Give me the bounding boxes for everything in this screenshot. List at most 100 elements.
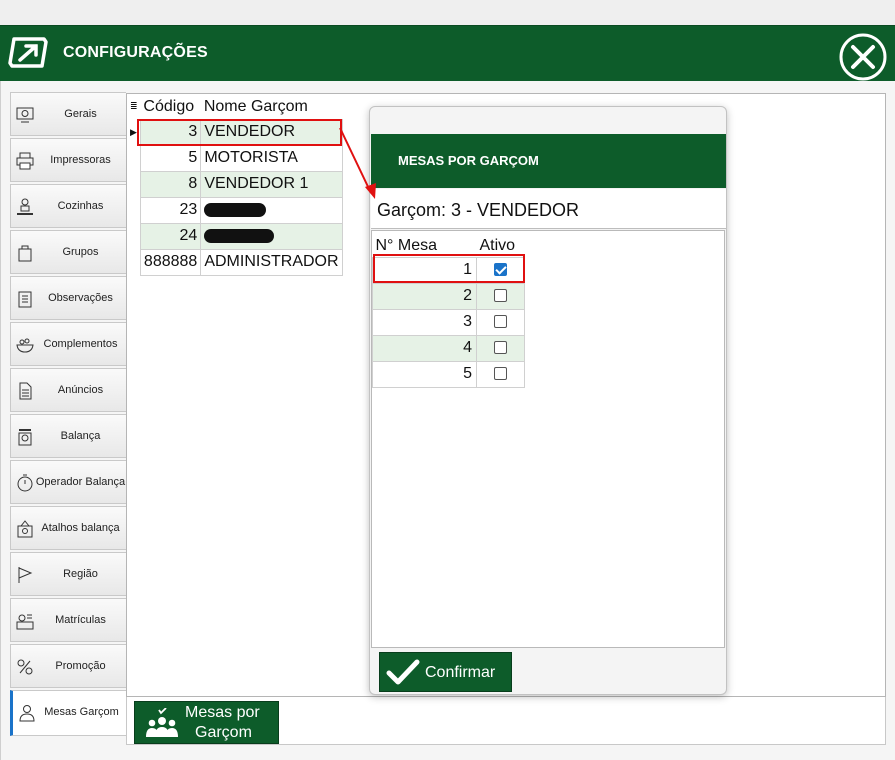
groups-icon xyxy=(18,245,32,262)
cell-code[interactable]: 23 xyxy=(139,196,202,224)
checkmark-icon xyxy=(386,659,420,685)
active-checkbox[interactable] xyxy=(494,341,507,355)
sidebar: Gerais Impressoras Cozinhas Grupos Obser… xyxy=(8,90,128,742)
stopwatch-icon xyxy=(17,474,33,492)
cell-code[interactable]: 8 xyxy=(139,170,202,198)
cell-active[interactable] xyxy=(476,308,525,336)
table-row[interactable]: 5 xyxy=(372,360,525,388)
sidebar-item-grupos[interactable]: Grupos xyxy=(10,230,126,274)
sidebar-item-gerais[interactable]: Gerais xyxy=(10,92,126,136)
cell-active[interactable] xyxy=(476,282,525,310)
sidebar-item-matriculas[interactable]: Matrículas xyxy=(10,598,126,642)
scale-shortcut-icon xyxy=(17,520,33,538)
cell-active[interactable] xyxy=(476,334,525,362)
cell-mesa-number[interactable]: 3 xyxy=(372,308,477,336)
window-title: CONFIGURAÇÕES xyxy=(63,44,208,61)
sidebar-item-label: Balança xyxy=(60,430,101,442)
cell-mesa-number[interactable]: 2 xyxy=(372,282,477,310)
redaction-mark xyxy=(204,228,275,243)
sidebar-item-label: Grupos xyxy=(62,246,99,258)
annotation-arrow xyxy=(339,127,376,199)
app-logo-icon xyxy=(8,37,48,68)
sidebar-item-promocao[interactable]: Promoção xyxy=(10,644,126,688)
column-header-code[interactable]: Código xyxy=(140,94,201,119)
close-icon[interactable] xyxy=(838,32,888,82)
cell-name-redacted[interactable] xyxy=(200,222,343,250)
cell-name[interactable]: MOTORISTA xyxy=(200,144,343,172)
row-indicator-empty xyxy=(127,145,140,171)
mesas-por-garcom-dialog: MESAS POR GARÇOM Garçom: 3 - VENDEDOR N°… xyxy=(369,106,727,695)
selected-waiter-bar: Garçom: 3 - VENDEDOR xyxy=(371,189,726,229)
mesas-por-garcom-button[interactable]: Mesas por Garçom xyxy=(134,701,279,744)
cell-mesa-number[interactable]: 5 xyxy=(372,360,477,388)
cell-active[interactable] xyxy=(476,360,525,388)
cell-name-redacted[interactable] xyxy=(200,196,343,224)
table-row[interactable]: 888888 ADMINISTRADOR xyxy=(127,248,343,276)
dialog-title: MESAS POR GARÇOM xyxy=(398,153,539,168)
table-row[interactable]: 8 VENDEDOR 1 xyxy=(127,170,343,198)
table-row[interactable]: 4 xyxy=(372,334,525,362)
table-row[interactable]: 23 xyxy=(127,196,343,224)
active-checkbox[interactable] xyxy=(494,289,507,303)
mesas-button-label-line2: Garçom xyxy=(195,724,252,741)
sidebar-item-label: Observações xyxy=(48,292,113,304)
grid-menu-icon[interactable]: ≣ xyxy=(127,94,141,119)
row-indicator-empty xyxy=(127,223,140,249)
sidebar-item-mesas-garcom[interactable]: Mesas Garçom xyxy=(10,690,126,736)
sidebar-item-label: Promoção xyxy=(55,660,106,672)
column-header-name[interactable]: Nome Garçom xyxy=(200,94,343,119)
sidebar-item-atalhos-balanca[interactable]: Atalhos balança xyxy=(10,506,126,550)
sidebar-item-label: Atalhos balança xyxy=(41,522,120,534)
cell-code[interactable]: 5 xyxy=(139,144,202,172)
selected-waiter-label: Garçom: 3 - VENDEDOR xyxy=(377,200,580,220)
sidebar-item-impressoras[interactable]: Impressoras xyxy=(10,138,126,182)
sidebar-item-balanca[interactable]: Balança xyxy=(10,414,126,458)
chef-icon xyxy=(17,198,33,215)
sidebar-item-label: Matrículas xyxy=(55,614,106,626)
printer-icon xyxy=(16,152,34,170)
row-indicator-empty xyxy=(127,197,140,223)
sidebar-item-complementos[interactable]: Complementos xyxy=(10,322,126,366)
redaction-mark xyxy=(204,202,267,217)
badge-icon xyxy=(16,614,34,630)
cell-code[interactable]: 888888 xyxy=(139,248,202,276)
flag-icon xyxy=(18,567,33,583)
active-checkbox[interactable] xyxy=(494,315,507,329)
table-row[interactable]: 2 xyxy=(372,282,525,310)
sidebar-item-observacoes[interactable]: Observações xyxy=(10,276,126,320)
sidebar-item-label: Complementos xyxy=(43,338,118,350)
sidebar-item-label: Impressoras xyxy=(50,154,111,166)
sidebar-item-label: Operador Balança xyxy=(35,476,126,488)
window-titlebar xyxy=(0,0,895,25)
cell-name[interactable]: VENDEDOR 1 xyxy=(200,170,343,198)
row-indicator-empty xyxy=(127,249,140,275)
clipboard-icon xyxy=(18,291,32,308)
promotion-icon xyxy=(17,659,33,675)
gear-screen-icon xyxy=(16,107,34,123)
sidebar-item-label: Mesas Garçom xyxy=(44,706,119,718)
dialog-header: MESAS POR GARÇOM xyxy=(371,134,726,188)
sidebar-item-label: Região xyxy=(63,568,98,580)
table-row[interactable]: 3 xyxy=(372,308,525,336)
mesas-button-label-line1: Mesas por xyxy=(185,704,260,721)
waiters-group-icon xyxy=(146,708,178,737)
table-row[interactable]: 5 MOTORISTA xyxy=(127,144,343,172)
sidebar-item-label: Gerais xyxy=(64,108,97,120)
header-bar: CONFIGURAÇÕES xyxy=(0,25,895,81)
highlight-selected-waiter xyxy=(137,119,342,146)
cell-mesa-number[interactable]: 4 xyxy=(372,334,477,362)
mesas-grid: N° Mesa Ativo 1 2 3 4 5 xyxy=(371,230,725,648)
highlight-mesa-row xyxy=(373,254,525,283)
table-row[interactable]: 24 xyxy=(127,222,343,250)
cell-code[interactable]: 24 xyxy=(139,222,202,250)
active-checkbox[interactable] xyxy=(494,367,507,381)
document-icon xyxy=(19,382,32,400)
confirm-button[interactable]: Confirmar xyxy=(379,652,512,692)
sidebar-item-regiao[interactable]: Região xyxy=(10,552,126,596)
bowl-icon xyxy=(16,338,34,353)
cell-name[interactable]: ADMINISTRADOR xyxy=(200,248,343,276)
sidebar-item-cozinhas[interactable]: Cozinhas xyxy=(10,184,126,228)
row-indicator-empty xyxy=(127,171,140,197)
sidebar-item-operador-balanca[interactable]: Operador Balança xyxy=(10,460,126,504)
sidebar-item-anuncios[interactable]: Anúncios xyxy=(10,368,126,412)
